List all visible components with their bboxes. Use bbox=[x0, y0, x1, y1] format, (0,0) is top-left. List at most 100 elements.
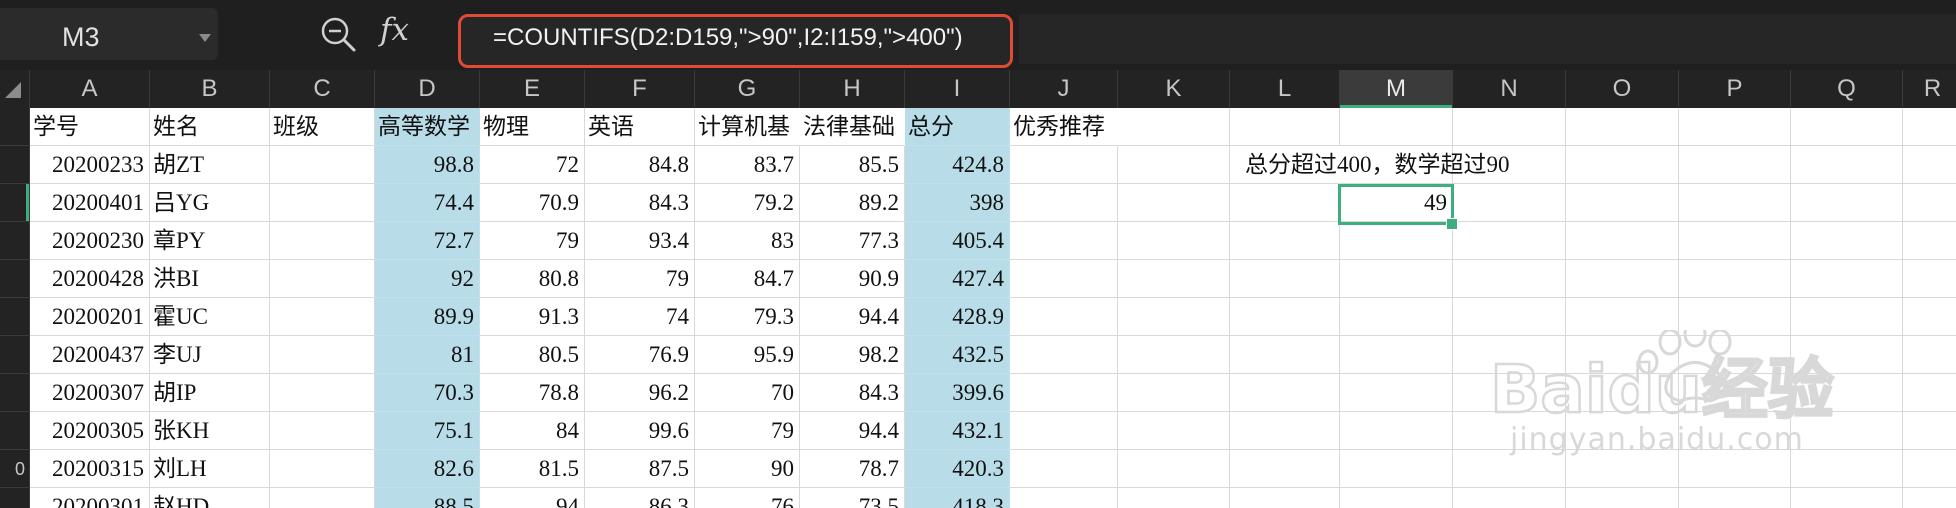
cell[interactable] bbox=[1340, 298, 1453, 336]
column-title-cell[interactable]: 物理 bbox=[480, 108, 585, 146]
column-header-f[interactable]: F bbox=[585, 70, 695, 108]
data-cell[interactable]: 70 bbox=[695, 374, 800, 412]
data-cell[interactable]: 20200201 bbox=[30, 298, 150, 336]
row-header[interactable] bbox=[0, 222, 29, 260]
cell[interactable] bbox=[1791, 412, 1903, 450]
data-cell[interactable] bbox=[270, 336, 375, 374]
cell[interactable] bbox=[1679, 488, 1791, 508]
cell[interactable] bbox=[1679, 298, 1791, 336]
data-cell[interactable]: 81 bbox=[375, 336, 480, 374]
data-cell[interactable]: 76.9 bbox=[585, 336, 695, 374]
column-title-cell[interactable]: 学号 bbox=[30, 108, 150, 146]
data-cell[interactable]: 77.3 bbox=[800, 222, 905, 260]
data-cell[interactable]: 82.6 bbox=[375, 450, 480, 488]
data-cell[interactable] bbox=[270, 222, 375, 260]
cell[interactable] bbox=[1010, 412, 1118, 450]
row-header[interactable] bbox=[0, 184, 29, 222]
data-cell[interactable]: 78.8 bbox=[480, 374, 585, 412]
data-cell[interactable]: 418.3 bbox=[905, 488, 1010, 508]
row-header[interactable]: 0 bbox=[0, 450, 29, 488]
cell[interactable] bbox=[1679, 450, 1791, 488]
formula-input[interactable]: =COUNTIFS(D2:D159,">90",I2:I159,">400") bbox=[458, 14, 1013, 68]
row-header[interactable] bbox=[0, 412, 29, 450]
data-cell[interactable]: 94.4 bbox=[800, 298, 905, 336]
cell[interactable] bbox=[1010, 488, 1118, 508]
cell[interactable] bbox=[1118, 222, 1230, 260]
row-header[interactable] bbox=[0, 260, 29, 298]
data-cell[interactable]: 李UJ bbox=[150, 336, 270, 374]
cell[interactable] bbox=[1679, 412, 1791, 450]
data-cell[interactable]: 428.9 bbox=[905, 298, 1010, 336]
data-cell[interactable] bbox=[270, 298, 375, 336]
fill-handle[interactable] bbox=[1446, 218, 1458, 230]
cell[interactable] bbox=[1679, 108, 1791, 146]
cell[interactable] bbox=[1118, 412, 1230, 450]
cell[interactable] bbox=[1566, 336, 1679, 374]
cell[interactable] bbox=[1118, 450, 1230, 488]
row-header[interactable] bbox=[0, 336, 29, 374]
data-cell[interactable]: 96.2 bbox=[585, 374, 695, 412]
cell[interactable] bbox=[1566, 184, 1679, 222]
cell[interactable] bbox=[1010, 336, 1118, 374]
column-header-i[interactable]: I bbox=[905, 70, 1010, 108]
data-cell[interactable]: 79 bbox=[480, 222, 585, 260]
cell[interactable] bbox=[1903, 260, 1956, 298]
cell[interactable] bbox=[1566, 108, 1679, 146]
column-header-a[interactable]: A bbox=[30, 70, 150, 108]
row-header[interactable] bbox=[0, 108, 29, 146]
data-cell[interactable]: 85.5 bbox=[800, 146, 905, 184]
cell[interactable] bbox=[1453, 298, 1566, 336]
cell[interactable] bbox=[1566, 412, 1679, 450]
cell[interactable] bbox=[1679, 184, 1791, 222]
data-cell[interactable]: 94 bbox=[480, 488, 585, 508]
cell[interactable] bbox=[1118, 146, 1230, 184]
data-cell[interactable]: 74 bbox=[585, 298, 695, 336]
data-cell[interactable]: 89.2 bbox=[800, 184, 905, 222]
data-cell[interactable]: 20200305 bbox=[30, 412, 150, 450]
column-header-l[interactable]: L bbox=[1230, 70, 1340, 108]
row-header[interactable] bbox=[0, 488, 29, 508]
formula-input-extension[interactable] bbox=[1019, 14, 1956, 64]
data-cell[interactable]: 73.5 bbox=[800, 488, 905, 508]
data-cell[interactable]: 79 bbox=[695, 412, 800, 450]
cell[interactable] bbox=[1118, 298, 1230, 336]
cell[interactable] bbox=[1230, 222, 1340, 260]
column-header-e[interactable]: E bbox=[480, 70, 585, 108]
data-cell[interactable]: 20200428 bbox=[30, 260, 150, 298]
data-cell[interactable]: 83 bbox=[695, 222, 800, 260]
data-cell[interactable]: 427.4 bbox=[905, 260, 1010, 298]
data-cell[interactable]: 84.8 bbox=[585, 146, 695, 184]
cell[interactable] bbox=[1791, 260, 1903, 298]
column-header-j[interactable]: J bbox=[1010, 70, 1118, 108]
data-cell[interactable]: 432.5 bbox=[905, 336, 1010, 374]
data-cell[interactable] bbox=[270, 184, 375, 222]
data-cell[interactable]: 405.4 bbox=[905, 222, 1010, 260]
data-cell[interactable]: 78.7 bbox=[800, 450, 905, 488]
cell[interactable] bbox=[1566, 450, 1679, 488]
cell[interactable] bbox=[1230, 298, 1340, 336]
data-cell[interactable]: 79 bbox=[585, 260, 695, 298]
column-header-p[interactable]: P bbox=[1679, 70, 1791, 108]
column-title-cell[interactable]: 计算机基 bbox=[695, 108, 800, 146]
data-cell[interactable]: 88.5 bbox=[375, 488, 480, 508]
cell[interactable] bbox=[1903, 450, 1956, 488]
data-cell[interactable]: 84 bbox=[480, 412, 585, 450]
data-cell[interactable]: 79.2 bbox=[695, 184, 800, 222]
cell[interactable] bbox=[1453, 374, 1566, 412]
cell[interactable] bbox=[1903, 488, 1956, 508]
name-box[interactable]: M3 bbox=[0, 8, 218, 60]
column-header-n[interactable]: N bbox=[1453, 70, 1566, 108]
data-cell[interactable]: 92 bbox=[375, 260, 480, 298]
cell[interactable] bbox=[1566, 146, 1679, 184]
data-cell[interactable]: 20200233 bbox=[30, 146, 150, 184]
data-cell[interactable] bbox=[270, 260, 375, 298]
cell[interactable] bbox=[1010, 260, 1118, 298]
cell[interactable] bbox=[1791, 488, 1903, 508]
cell[interactable] bbox=[1679, 336, 1791, 374]
cell[interactable] bbox=[1791, 374, 1903, 412]
cell[interactable] bbox=[1679, 146, 1791, 184]
data-cell[interactable]: 84.7 bbox=[695, 260, 800, 298]
cell[interactable] bbox=[1903, 184, 1956, 222]
data-cell[interactable]: 79.3 bbox=[695, 298, 800, 336]
data-cell[interactable]: 70.3 bbox=[375, 374, 480, 412]
